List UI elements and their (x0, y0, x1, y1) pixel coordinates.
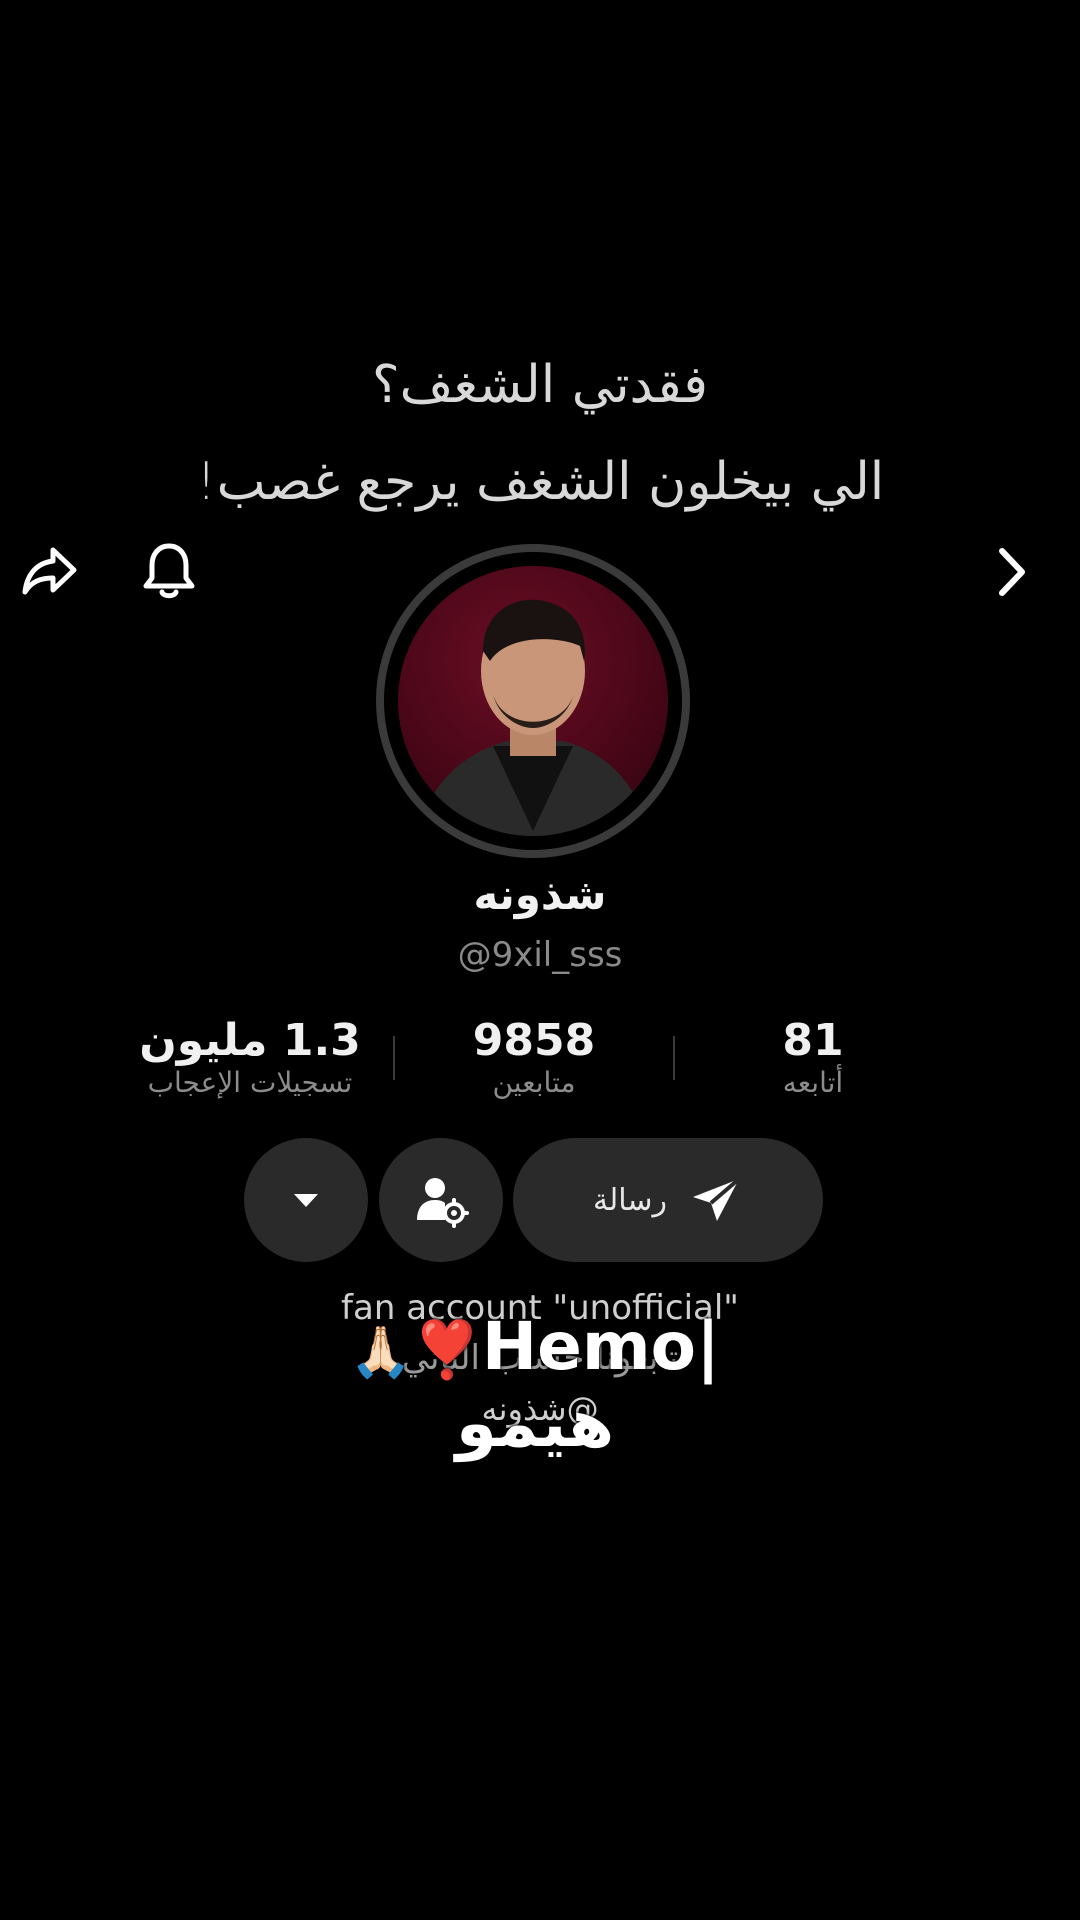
share-arrow-icon (22, 547, 77, 595)
person-settings-icon (417, 1178, 469, 1228)
stat-likes: 1.3 مليون تسجيلات الإعجاب (120, 1015, 380, 1099)
avatar-image (398, 566, 668, 836)
more-options-button[interactable] (244, 1138, 368, 1262)
caption-line-1: فقدتي الشغف؟ (372, 355, 708, 415)
message-button[interactable]: رسالة (513, 1138, 823, 1262)
stat-value: 1.3 مليون (139, 1015, 361, 1066)
next-button[interactable] (990, 545, 1034, 599)
stat-following[interactable]: 81 أتابعه (683, 1015, 943, 1099)
share-button[interactable] (20, 540, 80, 600)
stat-divider (673, 1036, 675, 1080)
overlay-arabic-name: هيمو (455, 1385, 615, 1462)
overlay-separator: | (696, 1308, 721, 1385)
friend-options-button[interactable] (379, 1138, 503, 1262)
stat-label: متابعين (492, 1066, 576, 1099)
stat-divider (393, 1036, 395, 1080)
caret-down-icon (294, 1194, 318, 1207)
caption-line-2: الي بيخلون الشغف يرجع غصب! (195, 452, 885, 512)
chevron-right-icon (999, 548, 1025, 596)
praying-hands-icon: 🙏🏻 (349, 1323, 413, 1381)
stat-label: أتابعه (782, 1066, 844, 1099)
overlay-latin-name: Hemo (481, 1308, 696, 1385)
username-handle: @9xil_sss (457, 935, 623, 975)
message-label: رسالة (593, 1182, 667, 1218)
overlay-text: 🙏🏻❣️Hemo| هيمو (300, 1308, 770, 1462)
stat-value: 9858 (472, 1015, 596, 1066)
display-name: شذونه (473, 870, 607, 919)
avatar[interactable] (376, 544, 690, 858)
stat-value: 81 (782, 1015, 844, 1066)
stat-label: تسجيلات الإعجاب (147, 1066, 353, 1099)
heart-icon: ❣️ (412, 1318, 482, 1383)
stat-followers[interactable]: 9858 متابعين (404, 1015, 664, 1099)
notification-button[interactable] (138, 540, 200, 602)
bell-icon (143, 543, 195, 599)
send-icon (693, 1177, 741, 1221)
